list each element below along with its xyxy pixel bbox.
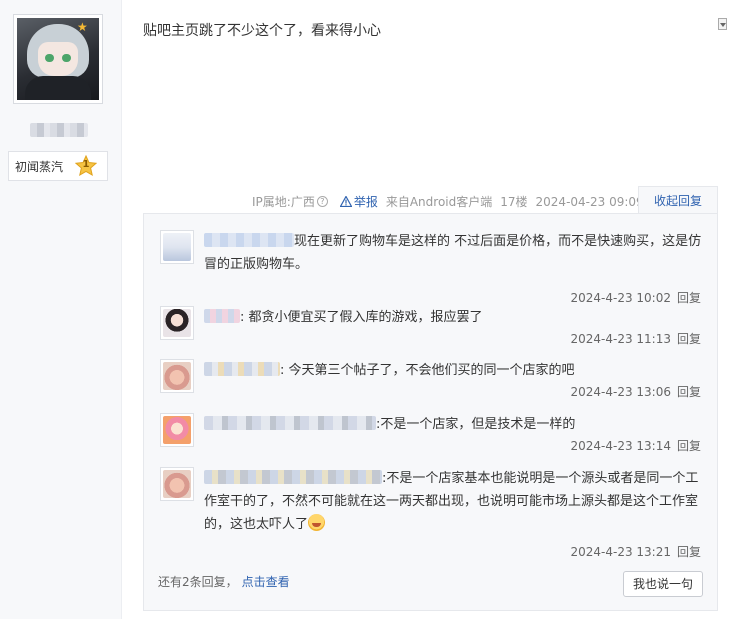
reply-content: :不是一个店家基本也能说明是一个源头或者是同一个工作室干的了，不然不可能就在这一… xyxy=(204,467,704,536)
warning-icon xyxy=(339,196,352,207)
help-icon[interactable]: ? xyxy=(316,196,328,207)
reply-time: 2024-4-23 10:02 xyxy=(570,291,671,305)
author-avatar[interactable]: ★ xyxy=(13,14,103,104)
reply-avatar[interactable] xyxy=(160,306,194,340)
report-link[interactable]: 举报 xyxy=(339,193,378,210)
reply-footer: 2024-4-23 11:13 回复 xyxy=(570,330,701,347)
floor-number: 17楼 xyxy=(500,195,528,209)
reply-panel: 现在更新了购物车是这样的 不过后面是价格，而不是快速购买，这是仿冒的正版购物车。… xyxy=(143,213,718,611)
reply-username-blurred[interactable] xyxy=(204,309,240,323)
reply-content: : 今天第三个帖子了，不会他们买的同一个店家的吧 xyxy=(204,359,704,382)
reply-button[interactable]: 回复 xyxy=(677,439,701,453)
post-source[interactable]: 来自Android客户端 xyxy=(386,193,492,210)
dropdown-arrow-icon[interactable] xyxy=(718,18,727,30)
reply-text: :不是一个店家，但是技术是一样的 xyxy=(376,417,576,432)
member-badge[interactable]: 初闻蒸汽 1 xyxy=(8,151,108,181)
reply-time: 2024-4-23 13:06 xyxy=(570,385,671,399)
reply-time: 2024-4-23 13:21 xyxy=(570,545,671,559)
reply-text: : 今天第三个帖子了，不会他们买的同一个店家的吧 xyxy=(280,363,575,378)
reply-footer: 2024-4-23 10:02 回复 xyxy=(570,289,701,306)
reply-avatar[interactable] xyxy=(160,359,194,393)
author-name-blurred[interactable] xyxy=(30,123,88,137)
reply-footer: 2024-4-23 13:21 回复 xyxy=(570,543,701,560)
reply-avatar[interactable] xyxy=(160,467,194,501)
reply-button[interactable]: 回复 xyxy=(677,291,701,305)
reply-time: 2024-4-23 13:14 xyxy=(570,439,671,453)
badge-level-number: 1 xyxy=(82,159,90,170)
post-content: 贴吧主页跳了不少这个了，看来得小心 xyxy=(143,23,381,39)
reply-content: : 都贪小便宜买了假入库的游戏，报应罢了 xyxy=(204,306,704,329)
reply-avatar[interactable] xyxy=(160,413,194,447)
reply-footer: 2024-4-23 13:06 回复 xyxy=(570,383,701,400)
reply-time: 2024-4-23 11:13 xyxy=(570,332,671,346)
reply-button[interactable]: 回复 xyxy=(677,545,701,559)
level-star-icon: 1 xyxy=(74,154,98,177)
reply-button[interactable]: 回复 xyxy=(677,385,701,399)
reply-content: :不是一个店家，但是技术是一样的 xyxy=(204,413,704,436)
ip-location: IP属地:广西 xyxy=(252,195,315,209)
reply-avatar[interactable] xyxy=(160,230,194,264)
reply-username-blurred[interactable] xyxy=(204,416,376,430)
reply-username-blurred[interactable] xyxy=(204,470,382,484)
badge-name: 初闻蒸汽 xyxy=(15,159,64,174)
reply-footer: 2024-4-23 13:14 回复 xyxy=(570,437,701,454)
more-replies-text: 还有2条回复， xyxy=(158,575,238,589)
reply-username-blurred[interactable] xyxy=(204,233,294,247)
crying-emoji-icon xyxy=(308,514,326,531)
reply-content: 现在更新了购物车是这样的 不过后面是价格，而不是快速购买，这是仿冒的正版购物车。 xyxy=(204,230,704,276)
post-time: 2024-04-23 09:09 xyxy=(535,194,644,209)
reply-button[interactable]: 回复 xyxy=(677,332,701,346)
post-meta: IP属地:广西 ? 举报 来自Android客户端 17楼 2024-04-23… xyxy=(252,193,644,210)
author-column: ★ 初闻蒸汽 1 xyxy=(0,0,122,619)
reply-username-blurred[interactable] xyxy=(204,362,280,376)
more-replies: 还有2条回复， 点击查看 xyxy=(158,573,290,590)
view-more-link[interactable]: 点击查看 xyxy=(242,575,290,589)
collapse-replies-tab[interactable]: 收起回复 xyxy=(638,186,718,214)
add-comment-button[interactable]: 我也说一句 xyxy=(623,571,703,597)
report-label: 举报 xyxy=(353,195,378,209)
reply-text: : 都贪小便宜买了假入库的游戏，报应罢了 xyxy=(240,310,483,325)
avatar-image: ★ xyxy=(17,18,99,100)
